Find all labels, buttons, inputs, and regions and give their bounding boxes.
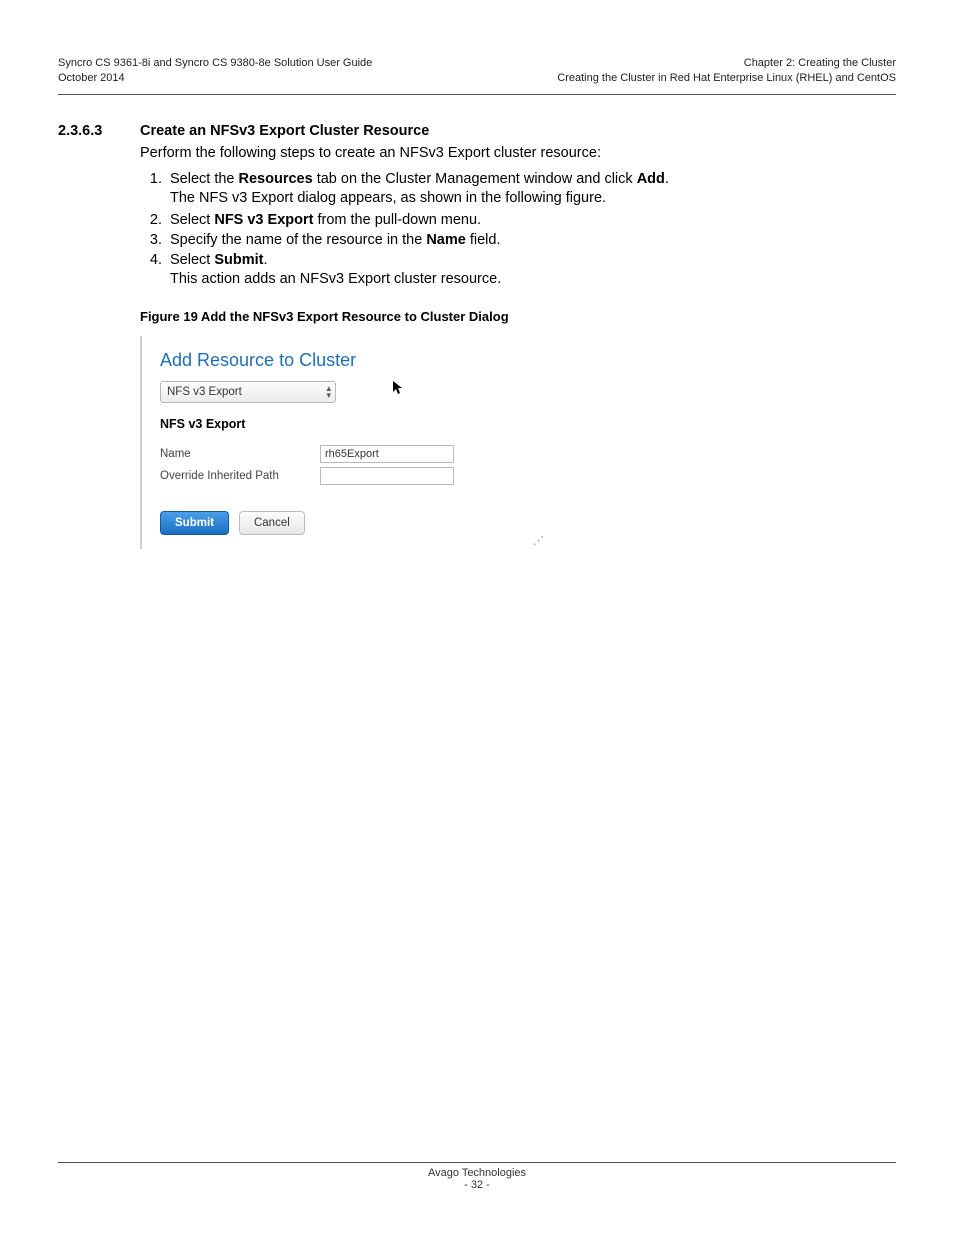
- footer-page-number: - 32 -: [58, 1179, 896, 1191]
- name-input[interactable]: [320, 445, 454, 463]
- section-intro: Perform the following steps to create an…: [140, 145, 896, 161]
- header-doc-title: Syncro CS 9361-8i and Syncro CS 9380-8e …: [58, 56, 372, 71]
- step-1: Select the Resources tab on the Cluster …: [166, 171, 896, 206]
- cursor-icon: [392, 380, 404, 399]
- step-3: Specify the name of the resource in the …: [166, 232, 896, 248]
- footer-rule: [58, 1162, 896, 1163]
- page-footer: Avago Technologies - 32 -: [58, 1162, 896, 1191]
- section-number: 2.3.6.3: [58, 123, 116, 549]
- steps-list: Select the Resources tab on the Cluster …: [140, 171, 896, 287]
- footer-company: Avago Technologies: [58, 1167, 896, 1179]
- step-4-sub: This action adds an NFSv3 Export cluster…: [170, 271, 896, 287]
- chevron-updown-icon: ▴▾: [326, 385, 331, 399]
- override-path-input[interactable]: [320, 467, 454, 485]
- group-label: NFS v3 Export: [160, 417, 532, 431]
- resize-handle-icon[interactable]: ⋰: [533, 534, 544, 547]
- header-date: October 2014: [58, 71, 372, 86]
- section-title: Create an NFSv3 Export Cluster Resource: [140, 123, 896, 139]
- dialog-title: Add Resource to Cluster: [160, 350, 532, 371]
- header-rule: [58, 94, 896, 95]
- cancel-button[interactable]: Cancel: [239, 511, 305, 535]
- name-label: Name: [160, 448, 320, 460]
- page-header: Syncro CS 9361-8i and Syncro CS 9380-8e …: [58, 56, 896, 86]
- dialog-add-resource: Add Resource to Cluster NFS v3 Export ▴▾…: [140, 336, 546, 549]
- header-chapter: Chapter 2: Creating the Cluster: [557, 56, 896, 71]
- dropdown-value: NFS v3 Export: [167, 386, 242, 398]
- resource-type-dropdown[interactable]: NFS v3 Export ▴▾: [160, 381, 336, 403]
- step-4: Select Submit. This action adds an NFSv3…: [166, 252, 896, 287]
- step-2: Select NFS v3 Export from the pull-down …: [166, 212, 896, 228]
- override-path-label: Override Inherited Path: [160, 470, 320, 482]
- step-1-sub: The NFS v3 Export dialog appears, as sho…: [170, 190, 896, 206]
- header-subchapter: Creating the Cluster in Red Hat Enterpri…: [557, 71, 896, 86]
- figure-caption: Figure 19 Add the NFSv3 Export Resource …: [140, 309, 896, 324]
- submit-button[interactable]: Submit: [160, 511, 229, 535]
